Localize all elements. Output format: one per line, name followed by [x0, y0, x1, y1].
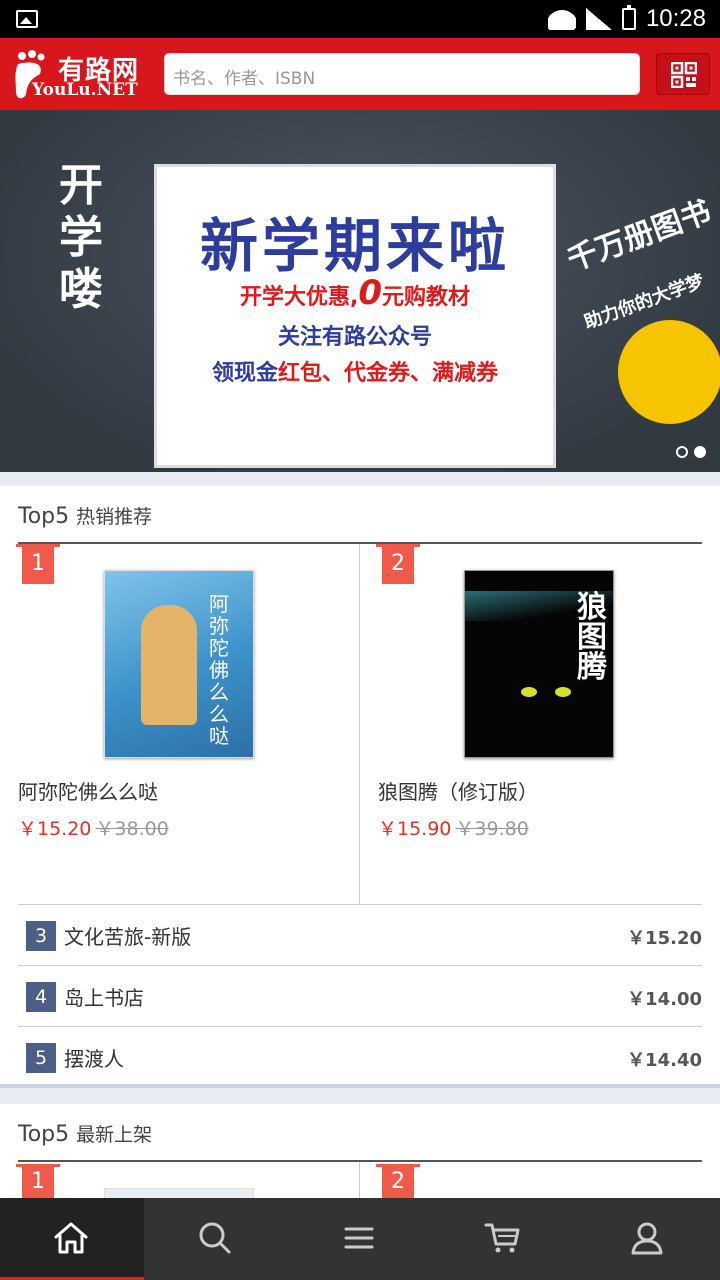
status-bar: 10:28 — [0, 0, 720, 38]
battery-icon — [621, 5, 636, 30]
tab-home[interactable] — [0, 1198, 144, 1280]
product-price: ￥15.90 ￥39.80 — [378, 818, 529, 840]
user-icon — [631, 1222, 663, 1255]
bottom-tab-bar — [0, 1198, 720, 1280]
rank-badge: 2 — [376, 1164, 420, 1200]
rank-badge: 1 — [16, 1164, 60, 1200]
search-icon — [199, 1222, 231, 1254]
status-time: 10:28 — [645, 5, 706, 32]
carousel-indicator — [676, 446, 706, 458]
promo-banner[interactable]: 开学喽 新学期来啦 开学大优惠,0元购教材 关注有路公众号 领现金红包、代金券、… — [0, 110, 720, 472]
tab-account[interactable] — [576, 1198, 720, 1280]
banner-follow: 关注有路公众号 — [277, 325, 432, 350]
carousel-dot-active[interactable] — [694, 446, 706, 458]
product-card[interactable]: 2 狼图腾 狼图腾（修订版） ￥15.90 ￥39.80 — [376, 544, 720, 904]
list-item-price: ￥14.00 — [627, 989, 702, 1010]
moon-illustration — [618, 320, 720, 424]
menu-icon — [344, 1227, 374, 1249]
product-card[interactable]: 1 阿弥陀佛么么哒 阿弥陀佛么么哒 ￥15.20 ￥38.00 — [16, 544, 360, 904]
status-right: 10:28 — [547, 5, 706, 32]
carousel-dot[interactable] — [676, 446, 688, 458]
top-products: 1 阿弥陀佛么么哒 阿弥陀佛么么哒 ￥15.20 ￥38.00 2 狼图腾 狼图腾… — [16, 544, 702, 904]
list-item[interactable]: 5 摆渡人 ￥14.40 — [18, 1026, 702, 1087]
tab-search[interactable] — [144, 1198, 288, 1280]
logo-english: YouLu.NET — [32, 80, 138, 100]
banner-card: 新学期来啦 开学大优惠,0元购教材 关注有路公众号 领现金红包、代金券、满减券 — [154, 164, 556, 468]
search-input[interactable]: 书名、作者、ISBN — [164, 53, 640, 95]
list-item-price: ￥14.40 — [627, 1050, 702, 1071]
signal-icon — [585, 8, 612, 30]
tab-categories[interactable] — [288, 1198, 432, 1280]
product-name[interactable]: 狼图腾（修订版） — [378, 776, 538, 805]
list-item-title: 岛上书店 — [64, 986, 144, 1010]
cover-figure — [141, 605, 197, 725]
book-cover[interactable]: 狼图腾 — [464, 570, 614, 758]
logo[interactable]: 有路网 YouLu.NET — [12, 48, 140, 104]
list-item-title: 摆渡人 — [64, 1047, 124, 1071]
home-icon — [54, 1222, 88, 1254]
section-divider — [18, 1160, 702, 1162]
list-item[interactable]: 3 文化苦旅-新版 ￥15.20 — [18, 904, 702, 965]
rank-number: 5 — [26, 1043, 56, 1073]
section-bottom-border — [0, 1084, 720, 1088]
banner-offer: 开学大优惠,0元购教材 — [239, 273, 471, 313]
column-divider — [359, 1162, 360, 1202]
section-new-arrivals: Top5 最新上架 1 2 — [0, 1104, 720, 1202]
qr-code-icon — [671, 62, 697, 88]
section-hot-sellers: Top5 热销推荐 1 阿弥陀佛么么哒 阿弥陀佛么么哒 ￥15.20 ￥38.00… — [0, 486, 720, 1088]
rank-number: 4 — [26, 982, 56, 1012]
list-item-title: 文化苦旅-新版 — [64, 925, 192, 949]
rank-badge: 2 — [376, 544, 420, 584]
rank-badge: 1 — [16, 544, 60, 584]
cover-wolf-eyes — [521, 687, 571, 701]
list-item-price: ￥15.20 — [627, 928, 702, 949]
banner-coupons: 领现金红包、代金券、满减券 — [211, 361, 499, 386]
wifi-icon — [547, 8, 576, 30]
gallery-notification-icon — [16, 10, 38, 28]
qr-scan-button[interactable] — [656, 53, 710, 95]
tab-cart[interactable] — [432, 1198, 576, 1280]
product-price: ￥15.20 ￥38.00 — [18, 818, 169, 840]
banner-headline: 新学期来啦 — [199, 212, 510, 280]
rank-number: 3 — [26, 921, 56, 951]
search-placeholder: 书名、作者、ISBN — [173, 69, 316, 89]
cart-icon — [484, 1223, 520, 1253]
section-title: Top5 最新上架 — [18, 1122, 153, 1147]
banner-left-text: 开学喽 — [59, 160, 103, 315]
column-divider — [359, 544, 360, 904]
app-header: 有路网 YouLu.NET 书名、作者、ISBN — [0, 38, 720, 110]
product-name[interactable]: 阿弥陀佛么么哒 — [18, 776, 158, 805]
list-item[interactable]: 4 岛上书店 ￥14.00 — [18, 965, 702, 1026]
book-cover[interactable]: 阿弥陀佛么么哒 — [104, 570, 254, 758]
cover-title: 阿弥陀佛么么哒 — [209, 592, 229, 748]
cover-title: 狼图腾 — [577, 590, 607, 685]
section-title: Top5 热销推荐 — [18, 504, 153, 529]
